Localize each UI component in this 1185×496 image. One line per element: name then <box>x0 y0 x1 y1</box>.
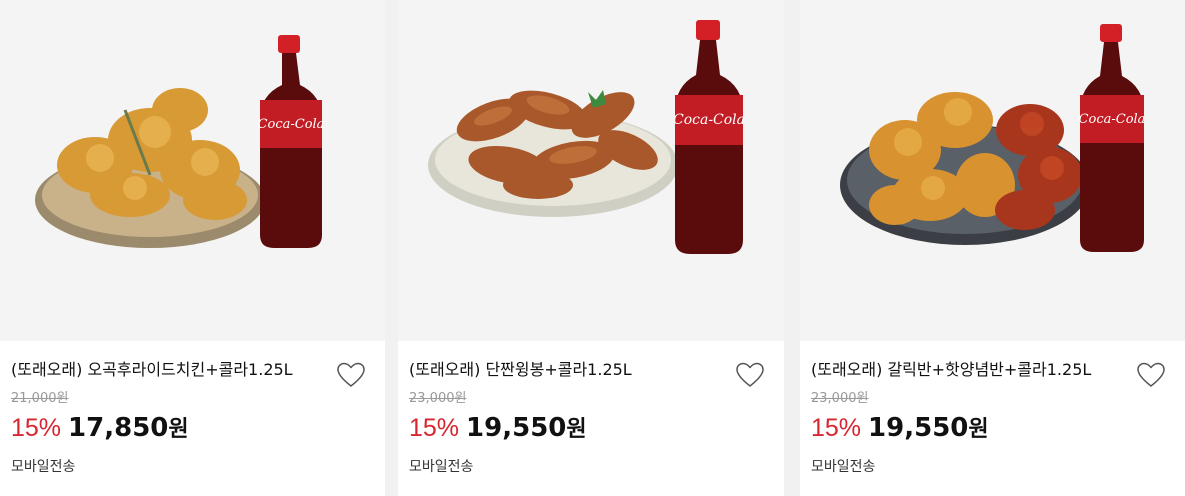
product-card[interactable]: Coca-Cola (또래오래) 오곡후라이드치킨+콜라1.25L 21,000… <box>0 0 385 496</box>
wishlist-heart-icon[interactable] <box>336 361 366 389</box>
product-image-wings-cola[interactable]: Coca-Cola <box>398 0 784 341</box>
original-price: 23,000원 <box>811 391 869 406</box>
price-unit: 원 <box>968 417 989 442</box>
original-price: 23,000원 <box>409 391 467 406</box>
svg-text:Coca-Cola: Coca-Cola <box>258 117 325 132</box>
product-title[interactable]: (또래오래) 단짠윙봉+콜라1.25L <box>409 360 719 380</box>
original-price: 21,000원 <box>11 391 69 406</box>
shipping-method: 모바일전송 <box>11 459 76 475</box>
shipping-method: 모바일전송 <box>409 459 474 475</box>
price-row: 15% 17,850 원 <box>11 411 189 443</box>
discount-rate: 15% <box>811 414 862 442</box>
product-title[interactable]: (또래오래) 갈릭반+핫양념반+콜라1.25L <box>811 360 1121 380</box>
discount-rate: 15% <box>11 414 62 442</box>
product-info: (또래오래) 오곡후라이드치킨+콜라1.25L 21,000원 15% 17,8… <box>0 341 385 496</box>
price-unit: 원 <box>168 417 189 442</box>
svg-text:Coca-Cola: Coca-Cola <box>673 112 745 128</box>
product-image-half-half-chicken-cola[interactable]: Coca-Cola <box>800 0 1185 341</box>
discount-rate: 15% <box>409 414 460 442</box>
product-info: (또래오래) 갈릭반+핫양념반+콜라1.25L 23,000원 15% 19,5… <box>800 341 1185 496</box>
price-unit: 원 <box>566 417 587 442</box>
wishlist-heart-icon[interactable] <box>735 361 765 389</box>
product-title[interactable]: (또래오래) 오곡후라이드치킨+콜라1.25L <box>11 360 321 380</box>
wishlist-heart-icon[interactable] <box>1136 361 1166 389</box>
price-row: 15% 19,550 원 <box>811 411 989 443</box>
shipping-method: 모바일전송 <box>811 459 876 475</box>
product-card[interactable]: Coca-Cola (또래오래) 갈릭반+핫양념반+콜라1.25L 23,000… <box>800 0 1185 496</box>
product-info: (또래오래) 단짠윙봉+콜라1.25L 23,000원 15% 19,550 원… <box>398 341 784 496</box>
sale-price: 17,850 <box>68 413 169 443</box>
product-card[interactable]: Coca-Cola (또래오래) 단짠윙봉+콜라1.25L 23,000원 15… <box>398 0 784 496</box>
product-image-fried-chicken-cola[interactable]: Coca-Cola <box>0 0 385 341</box>
svg-text:Coca-Cola: Coca-Cola <box>1079 112 1146 127</box>
price-row: 15% 19,550 원 <box>409 411 587 443</box>
product-grid: Coca-Cola (또래오래) 오곡후라이드치킨+콜라1.25L 21,000… <box>0 0 1185 496</box>
sale-price: 19,550 <box>466 413 567 443</box>
sale-price: 19,550 <box>868 413 969 443</box>
